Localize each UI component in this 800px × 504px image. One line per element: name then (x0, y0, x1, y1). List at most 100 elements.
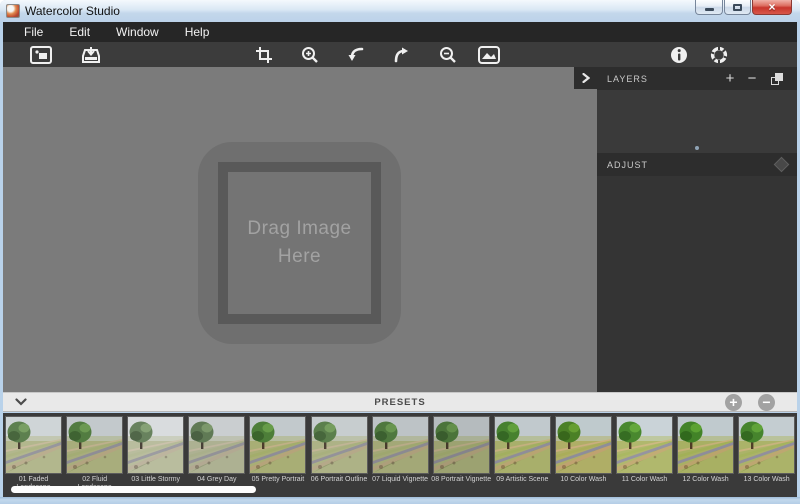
window-border-bottom (0, 497, 800, 504)
preset-thumbnail[interactable]: 02 Fluid Landscape (64, 413, 125, 497)
canvas-area: Drag Image Here (3, 67, 597, 392)
watercolor-landscape-thumbnail (678, 417, 733, 473)
minimize-button[interactable] (695, 0, 723, 15)
preset-thumbnail[interactable]: 09 Artistic Scene (492, 413, 553, 497)
preset-thumbnail-image (5, 416, 62, 474)
chevron-down-icon (15, 398, 27, 406)
settings-button[interactable] (707, 43, 731, 66)
preset-label: 07 Liquid Vignette (370, 476, 430, 484)
watercolor-landscape-thumbnail (250, 417, 305, 473)
preset-thumbnail[interactable]: 04 Grey Day (186, 413, 247, 497)
maximize-icon (733, 4, 742, 11)
preset-zoom-out-button[interactable]: − (758, 394, 775, 411)
panel-splitter[interactable] (597, 142, 797, 153)
preset-thumbnail-image (188, 416, 245, 474)
panel-collapse-button[interactable] (574, 67, 597, 89)
info-icon (670, 46, 688, 64)
crop-icon (255, 46, 273, 64)
window-controls: × (694, 0, 792, 15)
redo-icon (393, 46, 411, 64)
preset-thumbnail-image (249, 416, 306, 474)
app-icon (6, 4, 20, 18)
preset-thumbnail-image (616, 416, 673, 474)
drop-zone-frame: Drag Image Here (218, 162, 381, 324)
window-border-left (0, 22, 3, 497)
preset-label: 12 Color Wash (676, 476, 736, 484)
menu-bar: File Edit Window Help (3, 22, 797, 42)
add-layer-button[interactable]: + (719, 71, 741, 86)
splitter-handle-dot (695, 146, 699, 150)
redo-button[interactable] (390, 43, 414, 66)
preset-thumbnail[interactable]: 12 Color Wash (675, 413, 736, 497)
watercolor-landscape-thumbnail (189, 417, 244, 473)
menu-edit[interactable]: Edit (56, 23, 103, 41)
menu-file[interactable]: File (11, 23, 56, 41)
open-image-button[interactable] (29, 43, 53, 66)
toolbar (3, 42, 797, 67)
fit-image-button[interactable] (477, 43, 501, 66)
presets-scrollbar[interactable] (11, 486, 256, 493)
zoom-out-icon (439, 46, 457, 64)
presets-strip: 01 Faded Landscape 02 (3, 413, 797, 497)
open-image-icon (30, 46, 52, 64)
presets-title: PRESETS (3, 397, 797, 408)
undo-icon (347, 46, 365, 64)
preset-thumbnail-image (494, 416, 551, 474)
preset-thumbnail-image (738, 416, 795, 474)
maximize-button[interactable] (724, 0, 751, 15)
preset-thumbnail[interactable]: 05 Pretty Portrait (247, 413, 308, 497)
layers-actions: + − (719, 71, 787, 86)
fit-image-icon (478, 46, 500, 64)
remove-layer-button[interactable]: − (741, 71, 763, 86)
preset-thumbnail-image (433, 416, 490, 474)
duplicate-layer-button[interactable] (771, 73, 783, 85)
drop-zone-inner: Drag Image Here (228, 172, 371, 314)
preset-thumbnail-image (66, 416, 123, 474)
drop-zone[interactable]: Drag Image Here (198, 142, 401, 344)
undo-button[interactable] (344, 43, 368, 66)
preset-thumbnail[interactable]: 08 Portrait Vignette (431, 413, 492, 497)
preset-thumbnail[interactable]: 11 Color Wash (614, 413, 675, 497)
zoom-out-button[interactable] (436, 43, 460, 66)
preset-thumbnail[interactable]: 01 Faded Landscape (3, 413, 64, 497)
preset-thumbnail-image (311, 416, 368, 474)
preset-label: 03 Little Stormy (126, 476, 186, 484)
export-image-button[interactable] (79, 43, 103, 66)
preset-label: 10 Color Wash (553, 476, 613, 484)
preset-label: 08 Portrait Vignette (431, 476, 491, 484)
adjust-panel-body (597, 176, 797, 392)
preset-thumbnail-image (555, 416, 612, 474)
presets-collapse-button[interactable] (15, 398, 27, 406)
preset-size-controls: + − (725, 394, 775, 411)
layers-list[interactable] (597, 90, 797, 142)
close-button[interactable]: × (752, 0, 792, 15)
watercolor-landscape-thumbnail (67, 417, 122, 473)
preset-label: 06 Portrait Outline (309, 476, 369, 484)
layers-title: LAYERS (607, 74, 648, 84)
menu-help[interactable]: Help (172, 23, 223, 41)
preset-label: 13 Color Wash (737, 476, 797, 484)
preset-zoom-in-button[interactable]: + (725, 394, 742, 411)
zoom-in-icon (301, 46, 319, 64)
chevron-right-icon (582, 73, 590, 83)
watercolor-landscape-thumbnail (6, 417, 61, 473)
preset-thumbnail[interactable]: 13 Color Wash (736, 413, 797, 497)
minimize-icon (705, 8, 714, 11)
watercolor-landscape-thumbnail (128, 417, 183, 473)
crop-button[interactable] (252, 43, 276, 66)
preset-thumbnail[interactable]: 03 Little Stormy (125, 413, 186, 497)
adjust-reset-icon[interactable] (774, 157, 790, 173)
title-bar[interactable]: Watercolor Studio × (0, 0, 800, 22)
drop-zone-text: Drag Image Here (240, 215, 360, 270)
info-button[interactable] (667, 43, 691, 66)
preset-thumbnail-image (677, 416, 734, 474)
menu-window[interactable]: Window (103, 23, 172, 41)
preset-thumbnail[interactable]: 10 Color Wash (553, 413, 614, 497)
preset-thumbnail[interactable]: 06 Portrait Outline (308, 413, 369, 497)
preset-thumbnail[interactable]: 07 Liquid Vignette (370, 413, 431, 497)
adjust-title: ADJUST (607, 160, 648, 170)
window-title: Watercolor Studio (25, 4, 120, 18)
right-panel: LAYERS + − ADJUST (597, 67, 797, 392)
zoom-in-button[interactable] (298, 43, 322, 66)
app-window: Watercolor Studio × File Edit Window Hel… (0, 0, 800, 504)
